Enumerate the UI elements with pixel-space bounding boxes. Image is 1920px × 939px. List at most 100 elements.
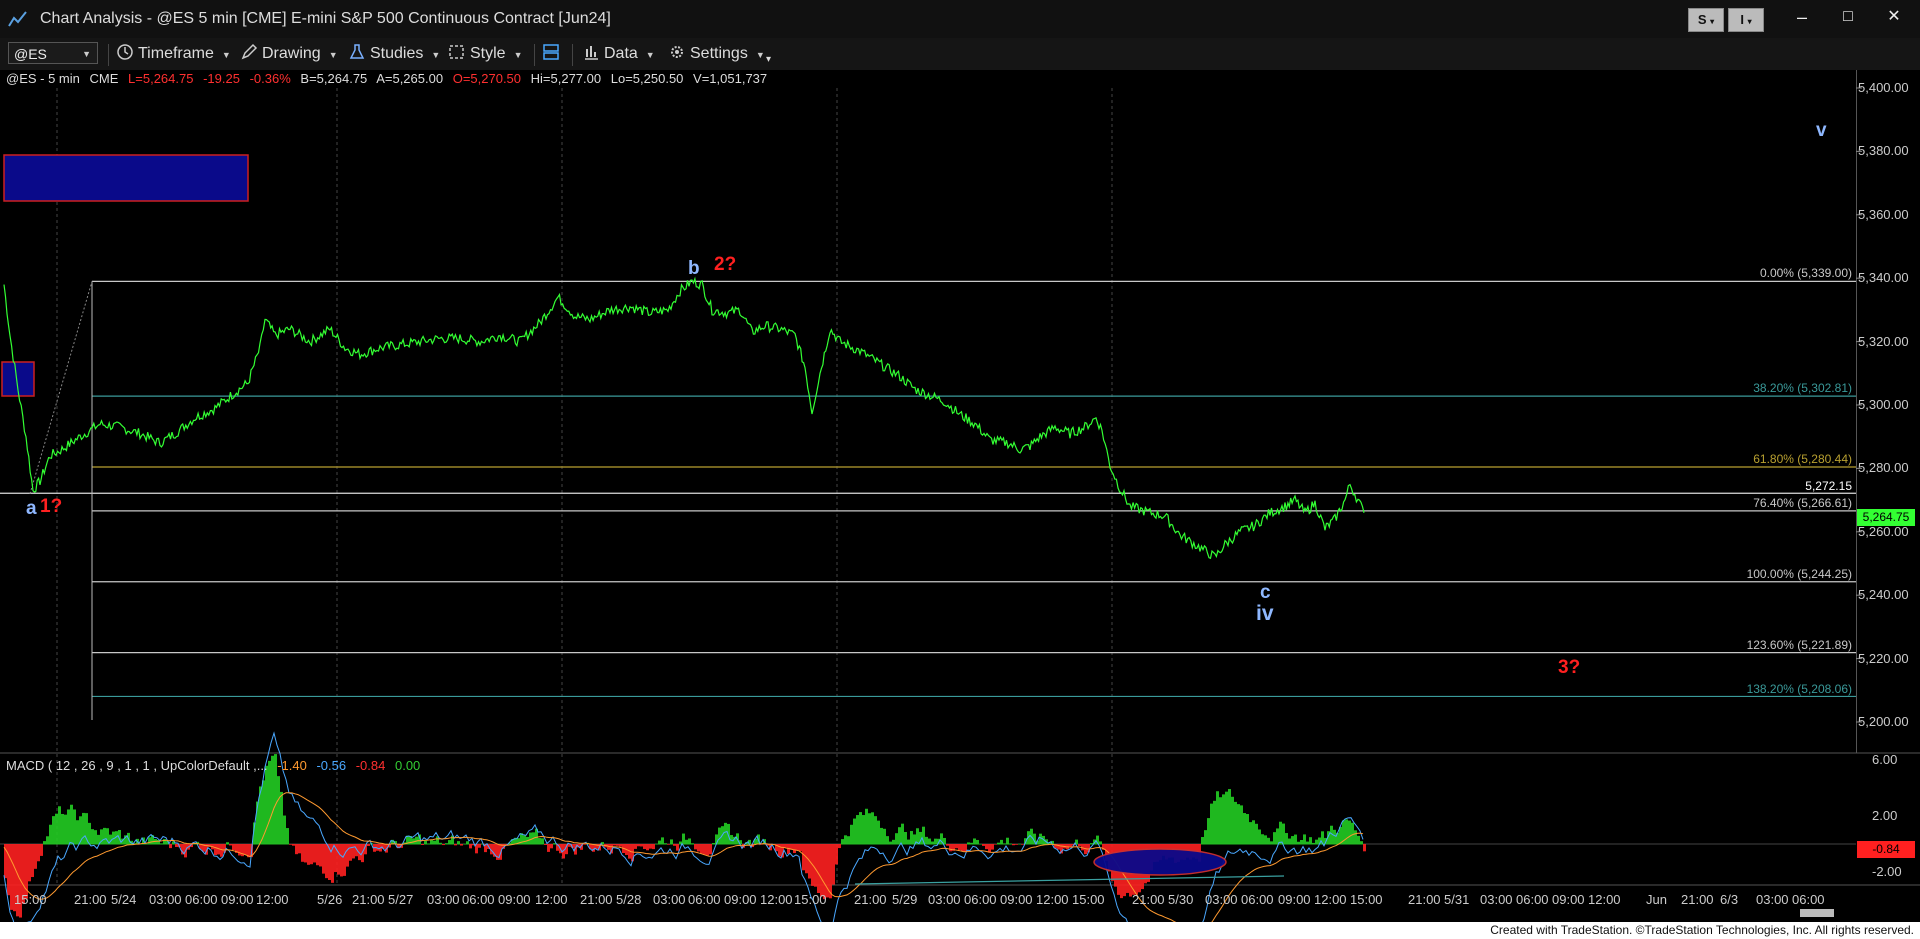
fib-label-100: 100.00% (5,244.25) bbox=[1746, 567, 1852, 581]
legend-high: Hi=5,277.00 bbox=[530, 71, 602, 86]
horizontal-scrollbar[interactable] bbox=[1800, 909, 1834, 917]
macd-histogram-bar bbox=[229, 844, 232, 846]
macd-histogram-bar bbox=[832, 844, 835, 885]
macd-histogram-bar bbox=[829, 844, 832, 899]
macd-axis-label: 2.00 bbox=[1872, 808, 1898, 823]
macd-histogram-bar bbox=[676, 844, 679, 851]
macd-value-tag: -0.84 bbox=[1857, 841, 1915, 858]
time-axis-label: 5/26 bbox=[317, 892, 343, 907]
macd-histogram-bar bbox=[91, 829, 94, 845]
macd-histogram-bar bbox=[31, 844, 34, 878]
macd-histogram-bar bbox=[1288, 838, 1291, 845]
macd-histogram-bar bbox=[1291, 836, 1294, 845]
time-axis-label: 15:00 bbox=[1072, 892, 1105, 907]
macd-histogram-bar bbox=[1003, 843, 1006, 845]
macd-histogram-bar bbox=[463, 843, 466, 845]
macd-histogram-bar bbox=[289, 844, 292, 845]
macd-histogram-bar bbox=[1000, 839, 1003, 845]
price-axis-label: 5,300.00 bbox=[1858, 397, 1909, 412]
time-axis-label: 21:00 bbox=[1408, 892, 1441, 907]
macd-histogram-bar bbox=[880, 827, 883, 845]
macd-histogram-bar bbox=[286, 828, 289, 845]
macd-histogram-bar bbox=[802, 844, 805, 871]
macd-histogram-bar bbox=[694, 844, 697, 850]
time-axis-label: 03:00 bbox=[1480, 892, 1513, 907]
macd-histogram-bar bbox=[697, 844, 700, 852]
macd-histogram-bar bbox=[238, 844, 241, 856]
macd-histogram-bar bbox=[877, 820, 880, 845]
divergence-trend-line bbox=[854, 875, 1285, 885]
macd-histogram-bar bbox=[841, 839, 844, 845]
macd-histogram-bar bbox=[55, 813, 58, 845]
wave-label-1: 1? bbox=[40, 496, 63, 517]
macd-histogram-bar bbox=[457, 841, 460, 845]
time-axis-label: 12:00 bbox=[535, 892, 568, 907]
macd-histogram-bar bbox=[895, 833, 898, 845]
macd-axis-label: -2.00 bbox=[1872, 864, 1902, 879]
macd-histogram-bar bbox=[1285, 833, 1288, 845]
macd-histogram-bar bbox=[850, 824, 853, 845]
macd-histogram-bar bbox=[268, 760, 271, 845]
macd-histogram-bar bbox=[655, 843, 658, 845]
macd-histogram-bar bbox=[460, 844, 463, 846]
macd-histogram-bar bbox=[823, 844, 826, 900]
macd-histogram-bar bbox=[700, 844, 703, 854]
macd-histogram-bar bbox=[430, 839, 433, 845]
price-axis-label: 5,320.00 bbox=[1858, 333, 1909, 349]
macd-histogram-bar bbox=[874, 816, 877, 845]
macd-histogram-bar bbox=[640, 844, 643, 847]
time-axis-label: 21:00 bbox=[352, 892, 385, 907]
macd-histogram-bar bbox=[724, 822, 727, 845]
macd-histogram-bar bbox=[652, 844, 655, 850]
macd-histogram-bar bbox=[67, 809, 70, 845]
time-axis-label: 09:00 bbox=[1278, 892, 1311, 907]
macd-histogram-bar bbox=[1264, 835, 1267, 845]
macd-histogram-bar bbox=[661, 837, 664, 845]
macd-histogram-bar bbox=[688, 838, 691, 845]
macd-histogram-bar bbox=[685, 839, 688, 845]
fib-trend-line bbox=[29, 281, 93, 494]
macd-histogram-bar bbox=[718, 827, 721, 845]
macd-histogram-bar bbox=[325, 844, 328, 879]
macd-histogram-bar bbox=[244, 844, 247, 855]
macd-histogram-bar bbox=[547, 844, 550, 852]
wave-label-2: 2? bbox=[714, 254, 737, 275]
time-axis-label: 5/28 bbox=[616, 892, 642, 907]
macd-histogram-bar bbox=[931, 841, 934, 845]
macd-histogram-bar bbox=[232, 844, 235, 851]
macd-histogram-bar bbox=[307, 844, 310, 865]
macd-histogram-bar bbox=[313, 844, 316, 863]
macd-histogram-bar bbox=[349, 844, 352, 861]
macd-histogram-bar bbox=[1312, 842, 1315, 845]
macd-histogram-bar bbox=[1360, 841, 1363, 845]
macd-histogram-bar bbox=[58, 806, 61, 845]
time-axis-label: 5/31 bbox=[1444, 892, 1470, 907]
time-axis-label: 06:00 bbox=[964, 892, 997, 907]
macd-histogram-bar bbox=[70, 804, 73, 845]
macd-histogram-bar bbox=[934, 838, 937, 845]
macd-histogram-bar bbox=[835, 844, 838, 865]
macd-histogram-bar bbox=[1252, 820, 1255, 845]
macd-histogram-bar bbox=[973, 838, 976, 845]
macd-histogram-bar bbox=[637, 844, 640, 847]
macd-histogram-bar bbox=[868, 813, 871, 845]
macd-histogram-bar bbox=[838, 844, 841, 849]
macd-histogram-bar bbox=[214, 844, 217, 856]
macd-histogram-bar bbox=[1261, 834, 1264, 845]
macd-histogram-bar bbox=[583, 844, 586, 845]
legend-volume: V=1,051,737 bbox=[693, 71, 768, 86]
macd-value-4: 0.00 bbox=[394, 758, 421, 773]
price-axis-label: 5,340.00 bbox=[1858, 270, 1909, 286]
macd-histogram-bar bbox=[646, 844, 649, 851]
copyright-footer: Created with TradeStation. ©TradeStation… bbox=[0, 922, 1920, 939]
macd-histogram-bar bbox=[865, 808, 868, 845]
legend-pct: -0.36% bbox=[249, 71, 291, 86]
time-axis-label: 09:00 bbox=[1000, 892, 1033, 907]
macd-histogram-bar bbox=[82, 812, 85, 845]
macd-histogram-bar bbox=[1018, 843, 1021, 845]
macd-histogram-bar bbox=[799, 844, 802, 852]
macd-histogram-bar bbox=[883, 828, 886, 845]
macd-histogram-bar bbox=[265, 765, 268, 845]
macd-histogram-bar bbox=[1237, 804, 1240, 845]
macd-histogram-bar bbox=[1243, 813, 1246, 845]
